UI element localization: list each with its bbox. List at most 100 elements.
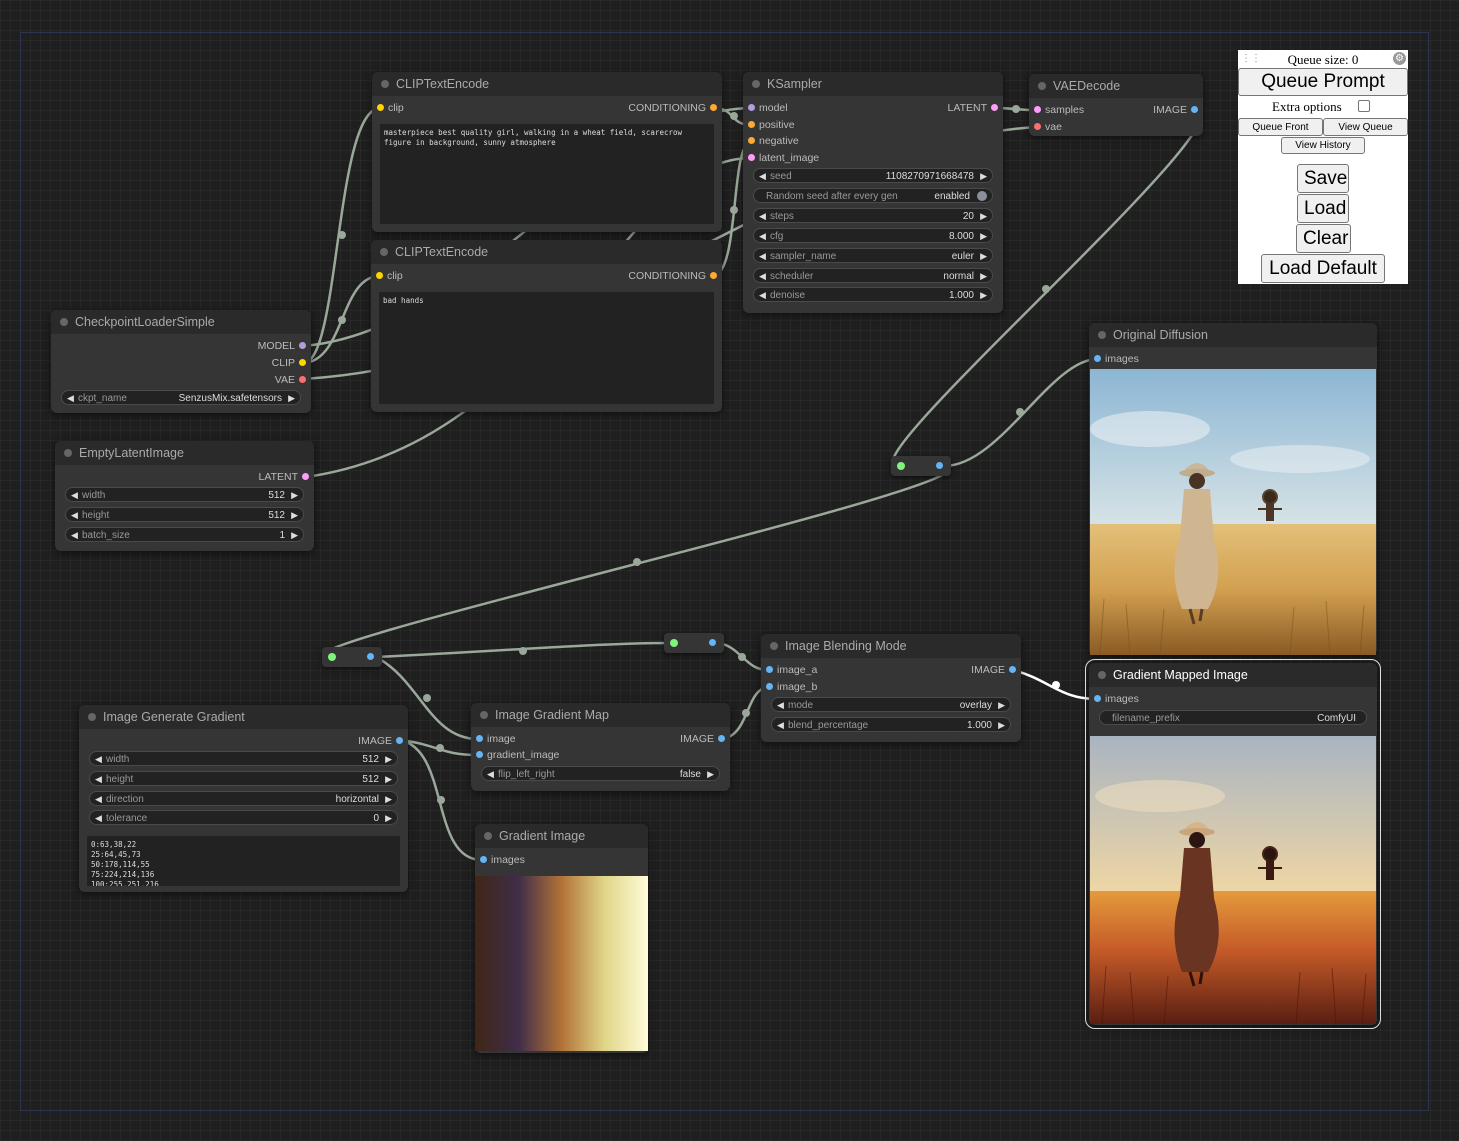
increment-arrow-icon[interactable]: ▶	[291, 528, 298, 543]
slot-dot-image[interactable]	[1094, 355, 1101, 362]
node-collapse-dot[interactable]	[64, 449, 72, 457]
widget-flip-left-right[interactable]: ◀ flip_left_right false ▶	[481, 766, 720, 781]
slot-dot-model[interactable]	[299, 342, 306, 349]
input-positive[interactable]: positive	[747, 118, 795, 132]
node-title[interactable]: Original Diffusion	[1089, 323, 1377, 347]
widget-mode[interactable]: ◀ mode overlay ▶	[771, 697, 1011, 712]
gradient-stops-textarea[interactable]: 0:63,38,22 25:64,45,73 50:178,114,55 75:…	[87, 836, 400, 886]
slot-dot-conditioning[interactable]	[710, 272, 717, 279]
widget-height[interactable]: ◀ height 512 ▶	[89, 771, 398, 786]
slot-dot-image[interactable]	[476, 735, 483, 742]
load-default-button[interactable]: Load Default	[1261, 254, 1385, 283]
increment-arrow-icon[interactable]: ▶	[980, 269, 987, 284]
node-title[interactable]: CheckpointLoaderSimple	[51, 310, 311, 334]
reroute-node-3[interactable]	[664, 633, 724, 653]
slot-dot-latent[interactable]	[748, 154, 755, 161]
increment-arrow-icon[interactable]: ▶	[707, 767, 714, 782]
node-title[interactable]: Image Blending Mode	[761, 634, 1021, 658]
decrement-arrow-icon[interactable]: ◀	[487, 767, 494, 782]
input-vae[interactable]: vae	[1033, 120, 1062, 134]
slot-dot-positive[interactable]	[748, 121, 755, 128]
node-collapse-dot[interactable]	[1038, 82, 1046, 90]
slot-dot-image[interactable]	[476, 751, 483, 758]
widget-tolerance[interactable]: ◀ tolerance 0 ▶	[89, 810, 398, 825]
input-samples[interactable]: samples	[1033, 103, 1084, 117]
output-image[interactable]: IMAGE	[680, 732, 726, 746]
increment-arrow-icon[interactable]: ▶	[385, 752, 392, 767]
slot-dot-latent[interactable]	[302, 473, 309, 480]
decrement-arrow-icon[interactable]: ◀	[759, 169, 766, 184]
node-title[interactable]: Image Gradient Map	[471, 703, 730, 727]
decrement-arrow-icon[interactable]: ◀	[759, 269, 766, 284]
input-model[interactable]: model	[747, 101, 788, 115]
reroute-node-2[interactable]	[322, 647, 382, 667]
load-button[interactable]: Load	[1297, 194, 1349, 223]
prompt-textarea[interactable]: bad hands	[379, 292, 714, 404]
decrement-arrow-icon[interactable]: ◀	[71, 488, 78, 503]
decrement-arrow-icon[interactable]: ◀	[777, 698, 784, 713]
decrement-arrow-icon[interactable]: ◀	[759, 288, 766, 303]
node-ksampler[interactable]: KSampler model positive negative latent_…	[743, 72, 1003, 313]
node-vae-decode[interactable]: VAEDecode samples vae IMAGE	[1029, 74, 1203, 136]
widget-width[interactable]: ◀ width 512 ▶	[89, 751, 398, 766]
output-image[interactable]: IMAGE	[971, 663, 1017, 677]
increment-arrow-icon[interactable]: ▶	[980, 288, 987, 303]
widget-batch-size[interactable]: ◀ batch_size 1 ▶	[65, 527, 304, 542]
view-queue-button[interactable]: View Queue	[1323, 118, 1408, 136]
node-clip-text-encode-positive[interactable]: CLIPTextEncode clip CONDITIONING masterp…	[372, 72, 722, 232]
preview-image-gradient-mapped[interactable]	[1090, 736, 1376, 1024]
input-negative[interactable]: negative	[747, 134, 799, 148]
output-latent[interactable]: LATENT	[259, 470, 310, 484]
widget-ckpt-name[interactable]: ◀ ckpt_name SenzusMix.safetensors ▶	[61, 390, 301, 405]
node-title[interactable]: CLIPTextEncode	[371, 240, 722, 264]
decrement-arrow-icon[interactable]: ◀	[759, 249, 766, 264]
decrement-arrow-icon[interactable]: ◀	[759, 229, 766, 244]
output-image[interactable]: IMAGE	[358, 734, 404, 748]
node-original-diffusion[interactable]: Original Diffusion images	[1089, 323, 1377, 655]
prompt-textarea[interactable]: masterpiece best quality girl, walking i…	[380, 124, 714, 224]
widget-seed[interactable]: ◀ seed 1108270971668478 ▶	[753, 168, 993, 183]
node-collapse-dot[interactable]	[752, 80, 760, 88]
toggle-knob-icon[interactable]	[977, 191, 987, 201]
input-image-b[interactable]: image_b	[765, 680, 817, 694]
input-images[interactable]: images	[1093, 352, 1139, 366]
node-image-blending-mode[interactable]: Image Blending Mode image_a image_b IMAG…	[761, 634, 1021, 742]
node-image-generate-gradient[interactable]: Image Generate Gradient IMAGE ◀ width 512 ▶…	[79, 705, 408, 892]
decrement-arrow-icon[interactable]: ◀	[71, 528, 78, 543]
save-button[interactable]: Save	[1297, 164, 1349, 193]
node-gradient-image[interactable]: Gradient Image images	[475, 824, 648, 1053]
reroute-input-dot[interactable]	[328, 653, 336, 661]
increment-arrow-icon[interactable]: ▶	[998, 718, 1005, 733]
increment-arrow-icon[interactable]: ▶	[980, 229, 987, 244]
increment-arrow-icon[interactable]: ▶	[288, 391, 295, 406]
decrement-arrow-icon[interactable]: ◀	[95, 811, 102, 826]
decrement-arrow-icon[interactable]: ◀	[67, 391, 74, 406]
output-clip[interactable]: CLIP	[272, 356, 307, 370]
decrement-arrow-icon[interactable]: ◀	[95, 772, 102, 787]
slot-dot-conditioning[interactable]	[710, 104, 717, 111]
slot-dot-image[interactable]	[1191, 106, 1198, 113]
input-latent-image[interactable]: latent_image	[747, 151, 819, 165]
input-images[interactable]: images	[479, 853, 525, 867]
slot-dot-image[interactable]	[718, 735, 725, 742]
decrement-arrow-icon[interactable]: ◀	[95, 792, 102, 807]
increment-arrow-icon[interactable]: ▶	[385, 811, 392, 826]
increment-arrow-icon[interactable]: ▶	[998, 698, 1005, 713]
node-gradient-mapped-image[interactable]: Gradient Mapped Image images filename_pr…	[1085, 659, 1381, 1029]
widget-denoise[interactable]: ◀ denoise 1.000 ▶	[753, 287, 993, 302]
output-conditioning[interactable]: CONDITIONING	[628, 269, 718, 283]
node-collapse-dot[interactable]	[484, 832, 492, 840]
slot-dot-image[interactable]	[1094, 695, 1101, 702]
node-title[interactable]: Gradient Image	[475, 824, 648, 848]
preview-image-original[interactable]	[1090, 369, 1376, 655]
decrement-arrow-icon[interactable]: ◀	[759, 209, 766, 224]
widget-steps[interactable]: ◀ steps 20 ▶	[753, 208, 993, 223]
widget-width[interactable]: ◀ width 512 ▶	[65, 487, 304, 502]
slot-dot-image[interactable]	[396, 737, 403, 744]
input-image-a[interactable]: image_a	[765, 663, 817, 677]
node-image-gradient-map[interactable]: Image Gradient Map image gradient_image …	[471, 703, 730, 791]
reroute-output-dot[interactable]	[936, 462, 943, 469]
widget-filename-prefix[interactable]: filename_prefix ComfyUI	[1099, 710, 1367, 725]
reroute-input-dot[interactable]	[897, 462, 905, 470]
view-history-button[interactable]: View History	[1281, 137, 1365, 154]
